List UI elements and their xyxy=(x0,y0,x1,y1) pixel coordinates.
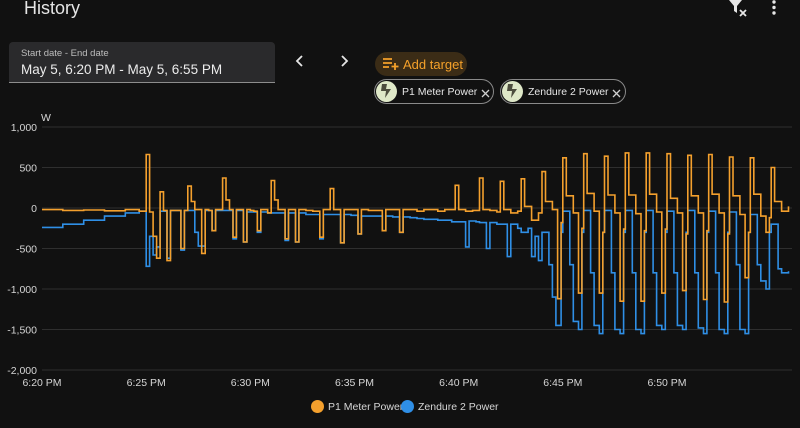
close-icon[interactable] xyxy=(611,86,622,98)
target-chip-zendure-2-power[interactable]: Zendure 2 Power xyxy=(500,79,626,104)
y-axis-unit: W xyxy=(41,112,51,124)
page-title: History xyxy=(24,0,81,18)
lightning-bolt-icon xyxy=(376,81,397,102)
x-tick-label: 6:50 PM xyxy=(647,377,686,389)
chart-grid xyxy=(42,126,792,371)
chart-legend: P1 Meter Power Zendure 2 Power xyxy=(0,399,800,415)
x-tick-label: 6:45 PM xyxy=(543,377,582,389)
y-tick-label: -1,000 xyxy=(7,284,37,296)
more-vertical-icon[interactable] xyxy=(764,0,784,18)
target-chip-p1-meter-power[interactable]: P1 Meter Power xyxy=(374,79,494,104)
legend-label: Zendure 2 Power xyxy=(418,401,499,413)
x-tick-label: 6:40 PM xyxy=(439,377,478,389)
x-tick-label: 6:30 PM xyxy=(231,377,270,389)
add-target-label: Add target xyxy=(403,57,463,72)
target-chip-label: Zendure 2 Power xyxy=(528,86,609,98)
y-tick-label: -1,500 xyxy=(7,325,37,337)
legend-item-p1-meter-power[interactable]: P1 Meter Power xyxy=(311,399,404,415)
x-tick-label: 6:25 PM xyxy=(127,377,166,389)
legend-item-zendure-2-power[interactable]: Zendure 2 Power xyxy=(401,399,501,415)
x-tick-label: 6:35 PM xyxy=(335,377,374,389)
chart-series[interactable] xyxy=(42,152,790,335)
series-line-p1-meter-power[interactable] xyxy=(42,152,790,303)
filter-remove-icon[interactable] xyxy=(728,0,748,18)
y-tick-label: -500 xyxy=(16,244,37,256)
y-tick-label: 0 xyxy=(31,203,37,215)
legend-color-swatch xyxy=(311,400,324,413)
x-tick-label: 6:20 PM xyxy=(22,377,61,389)
date-range-label: Start date - End date xyxy=(21,48,109,59)
close-icon[interactable] xyxy=(480,86,491,98)
chevron-right-icon xyxy=(341,55,349,67)
series-line-zendure-2-power[interactable] xyxy=(42,209,790,335)
legend-label: P1 Meter Power xyxy=(328,401,404,413)
date-range-picker[interactable]: Start date - End date May 5, 6:20 PM - M… xyxy=(9,42,275,83)
top-bar: History xyxy=(0,0,800,20)
y-tick-label: 1,000 xyxy=(11,122,37,134)
lightning-bolt-icon xyxy=(502,81,523,102)
add-target-button[interactable]: Add target xyxy=(375,52,467,76)
y-tick-label: -2,000 xyxy=(7,365,37,377)
date-range-value: May 5, 6:20 PM - May 5, 6:55 PM xyxy=(21,62,223,77)
history-chart: 1,000 500 0 -500 -1,000 -1,500 -2,000 W 6:20 PM 6… xyxy=(7,112,792,389)
previous-period-button[interactable] xyxy=(291,52,309,70)
playlist-plus-icon xyxy=(383,58,399,70)
legend-color-swatch xyxy=(401,400,414,413)
next-period-button[interactable] xyxy=(335,52,353,70)
y-tick-label: 500 xyxy=(19,163,37,175)
chevron-left-icon xyxy=(295,55,303,67)
target-chip-label: P1 Meter Power xyxy=(402,86,478,98)
